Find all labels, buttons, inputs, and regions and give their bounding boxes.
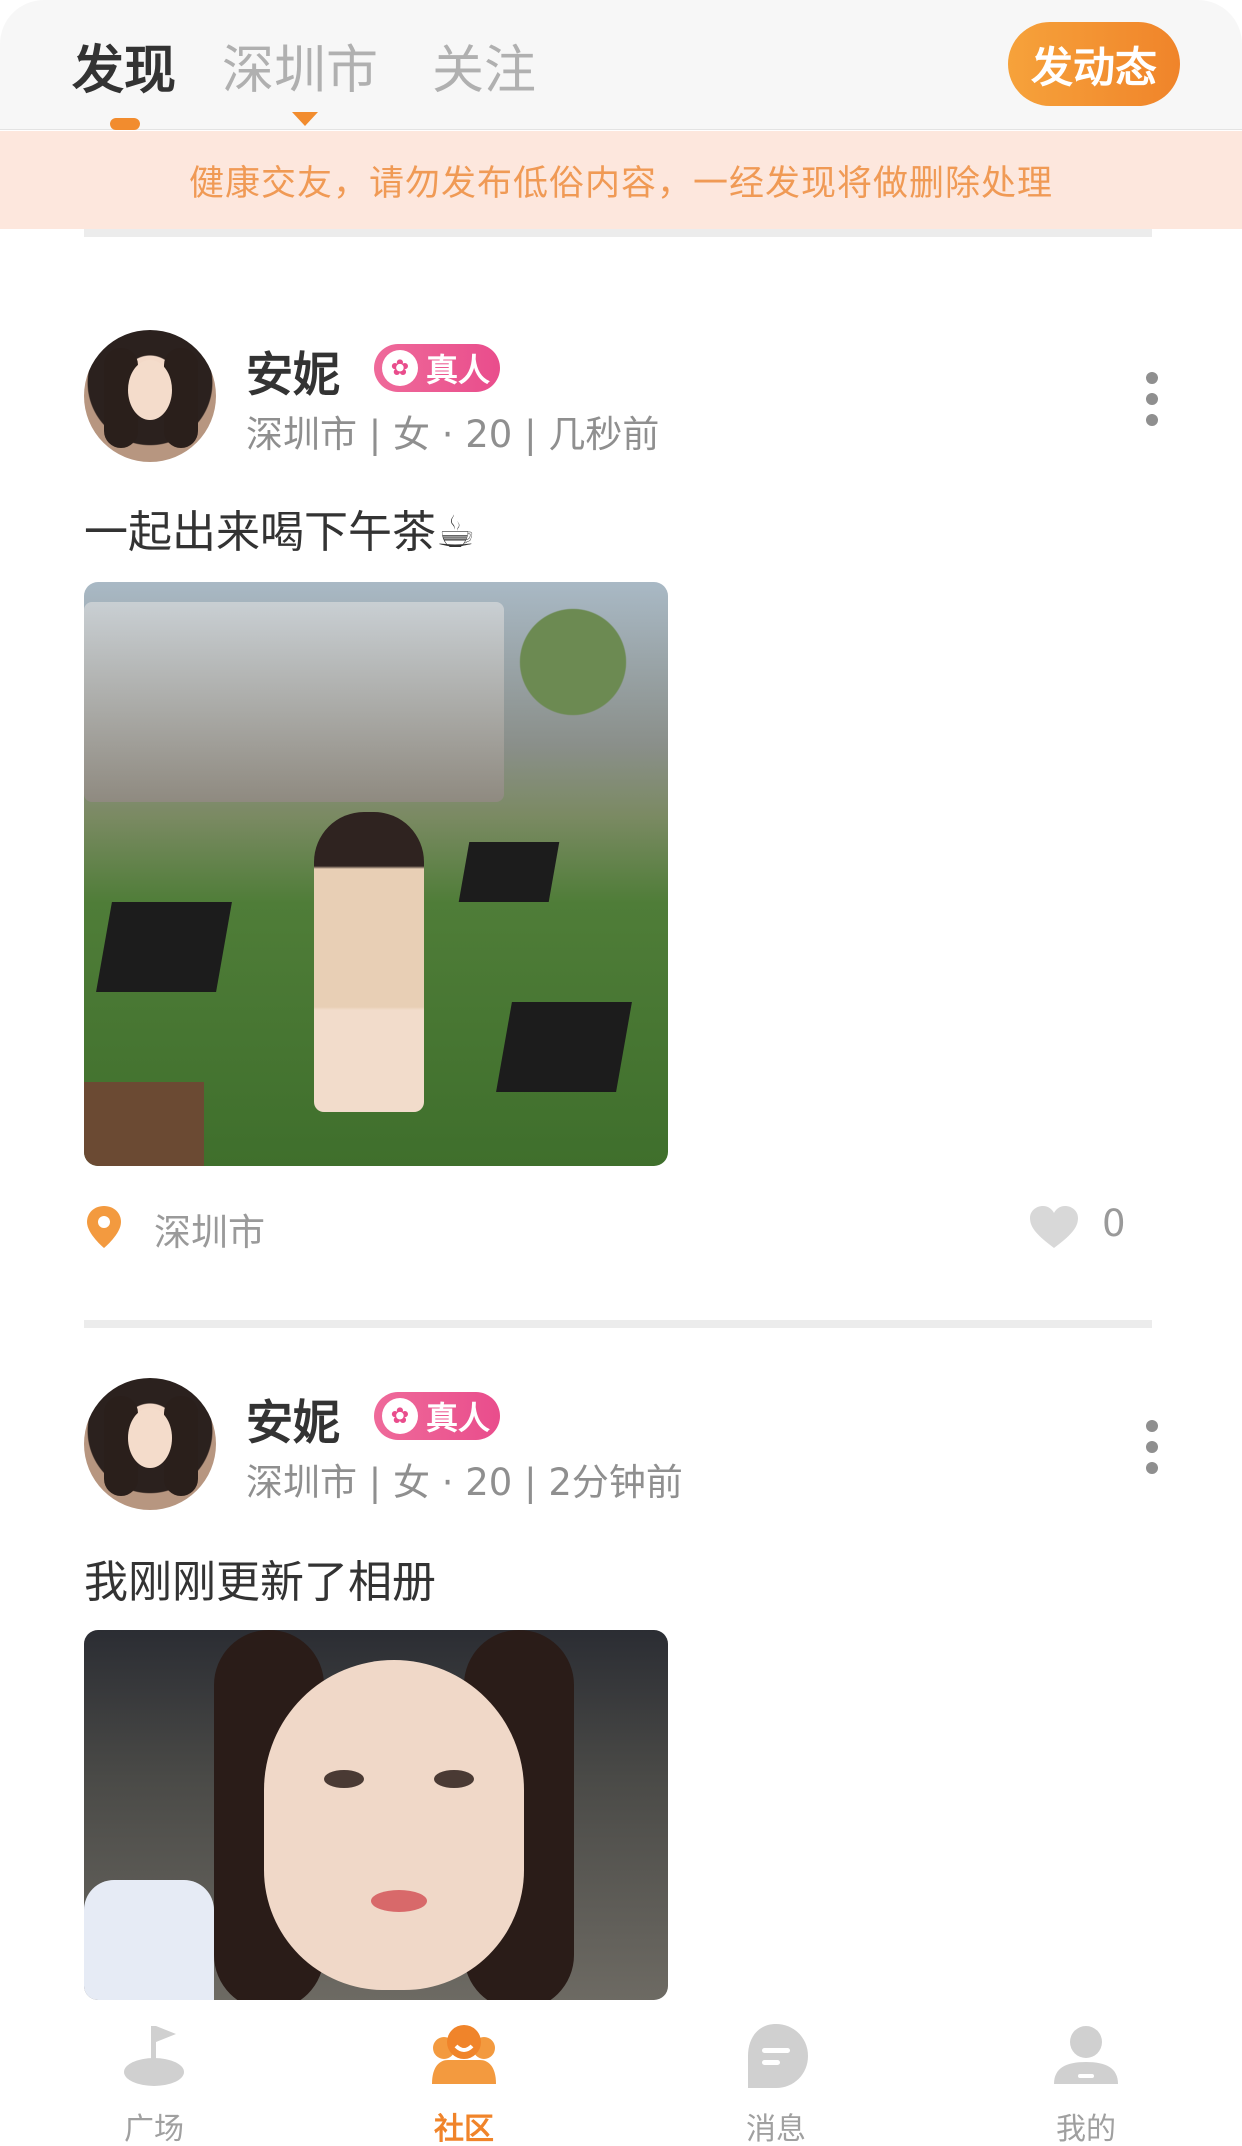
location-pin-icon bbox=[87, 1206, 121, 1248]
divider bbox=[84, 1320, 1152, 1328]
post-caption: 一起出来喝下午茶☕ bbox=[84, 507, 476, 558]
post-meta: 深圳市 | 女 · 20 | 几秒前 bbox=[246, 413, 660, 456]
tab-follow[interactable]: 关注 bbox=[432, 28, 536, 103]
message-icon bbox=[748, 2024, 808, 2088]
post-caption: 我刚刚更新了相册 bbox=[84, 1557, 436, 1608]
bottom-navigation: 广场 社区 消息 我的 bbox=[0, 2000, 1242, 2146]
more-options-icon[interactable] bbox=[1146, 1420, 1162, 1483]
nav-label: 社区 bbox=[434, 2112, 494, 2146]
nav-profile[interactable]: 我的 bbox=[996, 2000, 1176, 2146]
post-photo[interactable] bbox=[84, 1630, 668, 2000]
post-footer: 深圳市 0 bbox=[84, 1198, 1152, 1258]
badge-label: 真人 bbox=[426, 351, 491, 389]
post-photo[interactable] bbox=[84, 582, 668, 1166]
profile-icon bbox=[1054, 2026, 1118, 2084]
like-count: 0 bbox=[1102, 1202, 1126, 1245]
nav-label: 我的 bbox=[1056, 2112, 1116, 2146]
tab-discover[interactable]: 发现 bbox=[72, 28, 176, 103]
user-name[interactable]: 安妮 bbox=[246, 336, 340, 405]
badge-label: 真人 bbox=[426, 1399, 491, 1437]
location-label[interactable]: 深圳市 bbox=[154, 1202, 265, 1256]
nav-label: 消息 bbox=[746, 2112, 806, 2146]
nav-label: 广场 bbox=[124, 2112, 184, 2146]
tab-city[interactable]: 深圳市 bbox=[222, 28, 378, 103]
avatar[interactable] bbox=[84, 330, 216, 462]
community-icon bbox=[432, 2025, 496, 2084]
nav-plaza[interactable]: 广场 bbox=[64, 2000, 244, 2146]
nav-messages[interactable]: 消息 bbox=[686, 2000, 866, 2146]
active-tab-indicator bbox=[110, 118, 140, 130]
city-dropdown-caret-icon[interactable] bbox=[292, 112, 318, 126]
top-header: 发现 深圳市 关注 发动态 bbox=[0, 0, 1242, 130]
post-button[interactable]: 发动态 bbox=[1008, 22, 1180, 106]
post-meta: 深圳市 | 女 · 20 | 2分钟前 bbox=[246, 1461, 683, 1504]
more-options-icon[interactable] bbox=[1146, 372, 1162, 435]
user-name[interactable]: 安妮 bbox=[246, 1384, 340, 1453]
nav-community[interactable]: 社区 bbox=[374, 2000, 554, 2146]
rose-icon: ✿ bbox=[382, 350, 418, 386]
divider bbox=[84, 229, 1152, 237]
plaza-icon bbox=[124, 2026, 184, 2086]
like-heart-icon[interactable] bbox=[1028, 1204, 1080, 1250]
verified-badge: ✿ 真人 bbox=[374, 344, 500, 392]
rose-icon: ✿ bbox=[382, 1398, 418, 1434]
notice-banner: 健康交友，请勿发布低俗内容，一经发现将做删除处理 bbox=[0, 131, 1242, 229]
avatar[interactable] bbox=[84, 1378, 216, 1510]
verified-badge: ✿ 真人 bbox=[374, 1392, 500, 1440]
